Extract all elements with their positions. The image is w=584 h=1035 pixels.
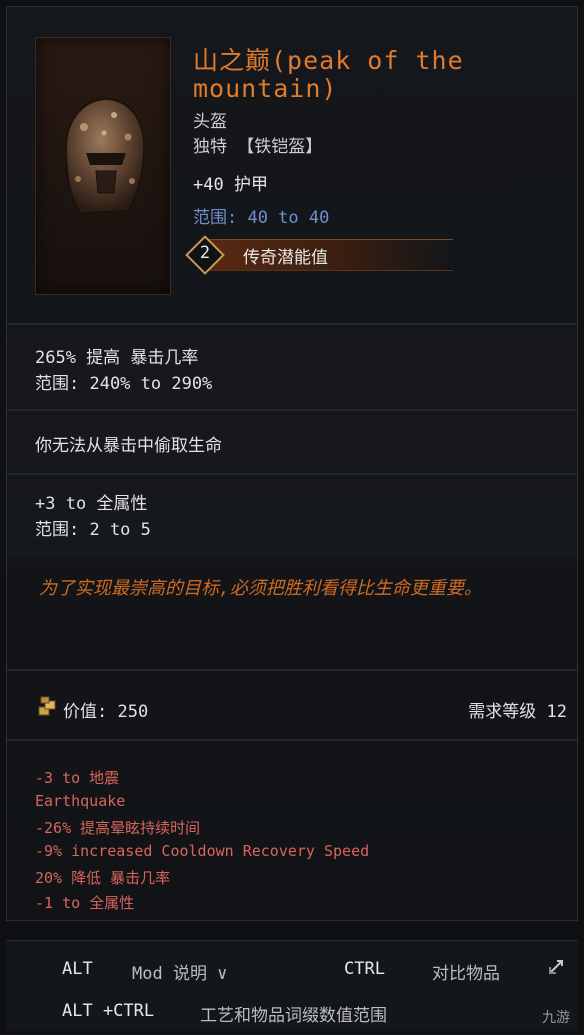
key-hints: ALT Mod 说明 ∨ CTRL 对比物品 ALT +CTRL 工艺和物品词缀… [6, 940, 578, 1031]
negative-mod: -1 to 全属性 [35, 894, 135, 912]
item-tooltip: 山之巅(peak of the mountain) 头盔 独特 【铁铠盔】 +4… [6, 6, 578, 921]
negative-mod: Earthquake [35, 792, 126, 810]
affix-text: 265% 提高 暴击几率 [35, 348, 199, 368]
affix-1: 265% 提高 暴击几率 范围: 240% to 290% [7, 329, 577, 407]
compare-items[interactable]: 对比物品 [432, 959, 500, 984]
divider [7, 669, 577, 671]
affix-text: 你无法从暴击中偷取生命 [35, 436, 222, 456]
item-rarity: 独特 【铁铠盔】 [193, 137, 323, 157]
alt-ctrl-key[interactable]: ALT +CTRL [62, 1001, 154, 1021]
item-icon-frame [35, 37, 171, 295]
item-name: 山之巅(peak of the mountain) [193, 46, 464, 103]
affix-range: 范围: 2 to 5 [35, 520, 151, 540]
level-requirement: 需求等级 12 [468, 702, 567, 722]
crafting-ranges-hint[interactable]: 工艺和物品词缀数值范围 [200, 1001, 387, 1026]
divider [7, 409, 577, 411]
lore-text: 为了实现最崇高的目标,必须把胜利看得比生命更重要。 [39, 578, 482, 599]
legendary-potential-bar: 2 传奇潜能值 [185, 235, 453, 275]
negative-mod: -3 to 地震 [35, 769, 120, 787]
item-value: 价值: 250 [63, 702, 149, 722]
watermark: 九游 [542, 1010, 570, 1026]
negative-mod: -26% 提高晕眩持续时间 [35, 819, 201, 837]
mod-explain-toggle[interactable]: Mod 说明 ∨ [132, 959, 227, 984]
value-row: 价值: 250 需求等级 12 [7, 693, 577, 729]
armor-range: 范围: 40 to 40 [193, 208, 330, 228]
divider [7, 739, 577, 741]
legendary-potential-label: 传奇潜能值 [243, 248, 328, 268]
affix-range: 范围: 240% to 290% [35, 374, 213, 394]
affix-text: +3 to 全属性 [35, 494, 148, 514]
negative-mod: 20% 降低 暴击几率 [35, 869, 171, 887]
item-header: 山之巅(peak of the mountain) 头盔 独特 【铁铠盔】 +4… [7, 7, 577, 323]
item-slot: 头盔 [193, 112, 227, 132]
armor-stat: +40 护甲 [193, 175, 268, 195]
negative-mod: -9% increased Cooldown Recovery Speed [35, 842, 370, 860]
affix-2: 你无法从暴击中偷取生命 [7, 415, 577, 471]
ctrl-key[interactable]: CTRL [344, 959, 385, 979]
alt-key[interactable]: ALT [62, 959, 93, 979]
gold-icon [38, 696, 56, 716]
helmet-icon [64, 97, 146, 215]
affix-3: +3 to 全属性 范围: 2 to 5 [7, 479, 577, 557]
divider [7, 323, 577, 325]
legendary-potential-value: 2 [199, 243, 211, 263]
divider [7, 473, 577, 475]
compare-icon [549, 960, 563, 974]
